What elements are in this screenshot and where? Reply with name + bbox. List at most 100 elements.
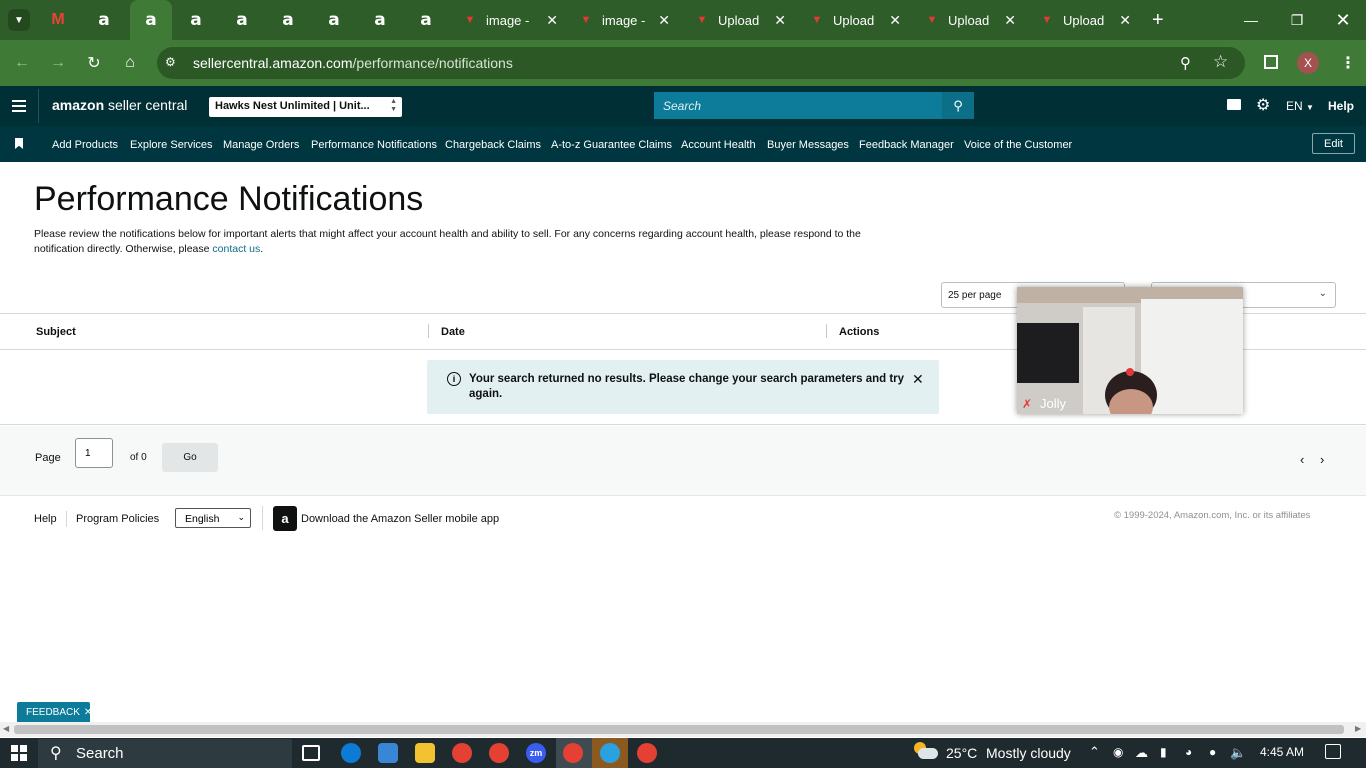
store-selector[interactable]: Hawks Nest Unlimited | Unit... ▲ ▼ [209,97,402,117]
tab-amazon-4[interactable]: a [234,0,254,40]
taskbar-search-box[interactable]: ⚲ Search [38,739,292,768]
search-button[interactable]: ⚲ [942,92,974,119]
tab-amazon-6[interactable]: a [326,0,346,40]
tab-image-2[interactable]: ▼ image - ✕ [578,0,670,40]
nav-voice-of-customer[interactable]: Voice of the Customer [964,139,1072,151]
home-button[interactable]: ⌂ [118,52,142,74]
mail-icon[interactable] [1227,99,1241,110]
chevron-up-icon[interactable]: ⌃ [1089,744,1100,760]
amazon-app-icon[interactable]: a [273,506,297,531]
onedrive-icon[interactable]: ☁ [1135,745,1148,761]
tab-upload-3[interactable]: ▼ Upload ✕ [924,0,1016,40]
feedback-button[interactable]: FEEDBACK ✕ [17,702,92,722]
tab-amazon-1[interactable]: a [96,0,116,40]
wifi-icon[interactable]: ◕ [1185,745,1192,759]
hamburger-menu-icon[interactable] [12,100,26,112]
edit-nav-button[interactable]: Edit [1312,133,1355,154]
nav-feedback-manager[interactable]: Feedback Manager [859,139,954,151]
tab-amazon-7[interactable]: a [372,0,392,40]
close-window-button[interactable]: ✕ [1320,0,1366,40]
side-panel-icon[interactable] [1264,55,1278,69]
nav-manage-orders[interactable]: Manage Orders [223,139,299,151]
nav-add-products[interactable]: Add Products [52,139,118,151]
scrollbar-thumb[interactable] [14,725,1344,734]
minimize-button[interactable]: — [1228,0,1274,40]
zoom-icon[interactable]: ⚲ [1180,54,1191,72]
scroll-left-icon[interactable]: ◀ [3,724,9,733]
footer-help-link[interactable]: Help [34,513,57,525]
nav-account-health[interactable]: Account Health [681,139,756,151]
close-icon[interactable]: ✕ [774,12,786,29]
notifications-icon[interactable] [1325,744,1341,759]
tab-upload-4[interactable]: ▼ Upload ✕ [1039,0,1131,40]
close-icon[interactable]: ✕ [889,12,901,29]
profile-avatar[interactable]: X [1297,52,1319,74]
tab-gmail[interactable]: M [50,0,70,40]
search-input[interactable]: Search [654,92,942,119]
close-icon[interactable]: ✕ [658,12,670,29]
forward-button[interactable]: → [46,52,70,74]
weather-icon[interactable] [914,742,938,762]
nav-a-to-z-claims[interactable]: A-to-z Guarantee Claims [551,139,672,151]
nav-chargeback-claims[interactable]: Chargeback Claims [445,139,541,151]
next-page-icon[interactable]: › [1320,452,1324,467]
microphone-icon[interactable]: ● [1209,745,1216,759]
url-text[interactable]: sellercentral.amazon.com/performance/not… [193,55,513,71]
new-tab-button[interactable]: + [1152,0,1170,40]
clock-time[interactable]: 4:45 AM [1260,745,1304,759]
tab-amazon-5[interactable]: a [280,0,300,40]
tab-upload-1[interactable]: ▼ Upload ✕ [694,0,786,40]
settings-gear-icon[interactable]: ⚙ [1256,95,1270,115]
horizontal-scrollbar[interactable]: ◀ ▶ [0,722,1366,737]
nav-buyer-messages[interactable]: Buyer Messages [767,139,849,151]
tab-image-1[interactable]: ▼ image - ✕ [462,0,558,40]
tab-amazon-3[interactable]: a [188,0,208,40]
site-settings-icon[interactable]: ⚙ [165,55,181,71]
close-alert-icon[interactable]: ✕ [912,371,924,388]
windows-start-icon[interactable] [11,745,27,761]
reload-button[interactable]: ↻ [82,52,106,74]
store-icon[interactable] [378,743,398,763]
nav-performance-notifications[interactable]: Performance Notifications [311,139,437,151]
volume-icon[interactable]: 🔈 [1230,745,1246,761]
meet-now-icon[interactable]: ◉ [1113,745,1123,759]
browser-menu-icon[interactable]: ⋮ [1340,53,1356,73]
task-view-icon[interactable] [302,745,320,761]
program-policies-link[interactable]: Program Policies [76,513,159,525]
language-selector[interactable]: EN ▼ [1286,99,1314,113]
tab-amazon-active[interactable]: a [130,0,172,40]
close-icon[interactable]: ✕ [546,12,558,29]
bookmark-star-icon[interactable]: ☆ [1213,52,1228,72]
close-icon[interactable]: ✕ [84,707,92,718]
page-number-input[interactable]: 1 [75,438,113,468]
back-button[interactable]: ← [10,52,34,74]
seller-central-logo[interactable]: amazon seller central [52,97,187,113]
column-subject[interactable]: Subject [36,326,76,338]
close-icon[interactable]: ✕ [1119,12,1131,29]
chrome-icon[interactable] [489,743,509,763]
telegram-icon[interactable] [600,743,620,763]
file-explorer-icon[interactable] [415,743,435,763]
chrome-icon[interactable] [563,743,583,763]
download-app-link[interactable]: Download the Amazon Seller mobile app [301,513,499,525]
tab-amazon-8[interactable]: a [418,0,438,40]
tab-search-button[interactable]: ▼ [8,0,32,40]
close-icon[interactable]: ✕ [1004,12,1016,29]
contact-us-link[interactable]: contact us [212,243,260,255]
help-link[interactable]: Help [1328,99,1354,113]
restore-button[interactable]: ❐ [1274,0,1320,40]
chrome-icon[interactable] [637,743,657,763]
column-date[interactable]: Date [441,326,465,338]
weather-text[interactable]: Mostly cloudy [986,745,1071,761]
tab-upload-2[interactable]: ▼ Upload ✕ [809,0,901,40]
temperature[interactable]: 25°C [946,745,977,761]
edge-icon[interactable] [341,743,361,763]
go-button[interactable]: Go [162,443,218,472]
previous-page-icon[interactable]: ‹ [1300,452,1304,467]
chrome-icon[interactable] [452,743,472,763]
battery-icon[interactable]: ▮ [1160,745,1167,759]
zoom-app-icon[interactable]: zm [526,743,546,763]
footer-language-select[interactable]: English ⌄ [175,508,251,528]
video-call-overlay[interactable]: ✗ Jolly [1017,287,1243,414]
scroll-right-icon[interactable]: ▶ [1355,724,1361,733]
